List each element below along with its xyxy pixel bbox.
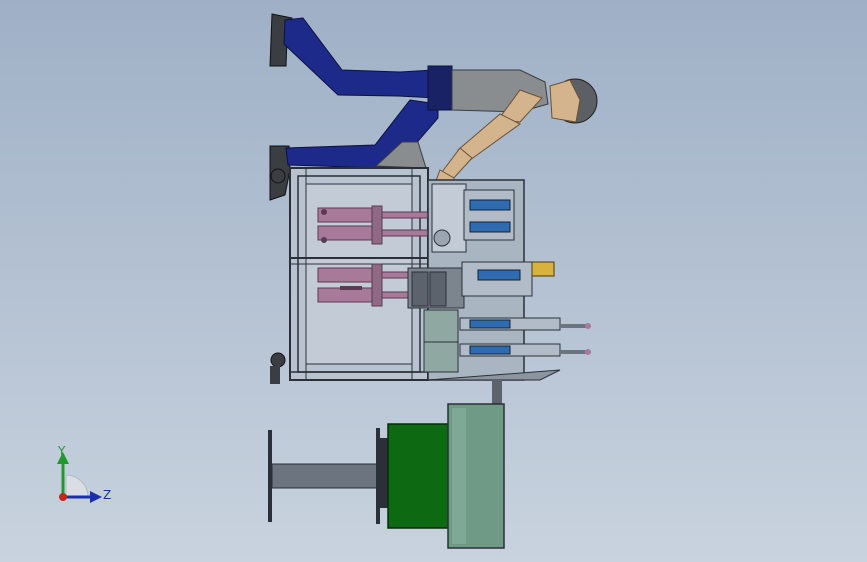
reference-triad-icon: Y Z	[57, 444, 111, 503]
triad-z-label: Z	[103, 488, 111, 502]
triad-z-arrow	[90, 491, 102, 503]
triad-y-label: Y	[57, 444, 66, 458]
triad-origin	[59, 493, 67, 501]
cad-model[interactable]: Y Z	[0, 0, 867, 562]
fixture-assembly[interactable]	[407, 179, 591, 406]
motor-fan-unit[interactable]	[268, 403, 505, 549]
graphics-viewport[interactable]: Y Z	[0, 0, 867, 562]
